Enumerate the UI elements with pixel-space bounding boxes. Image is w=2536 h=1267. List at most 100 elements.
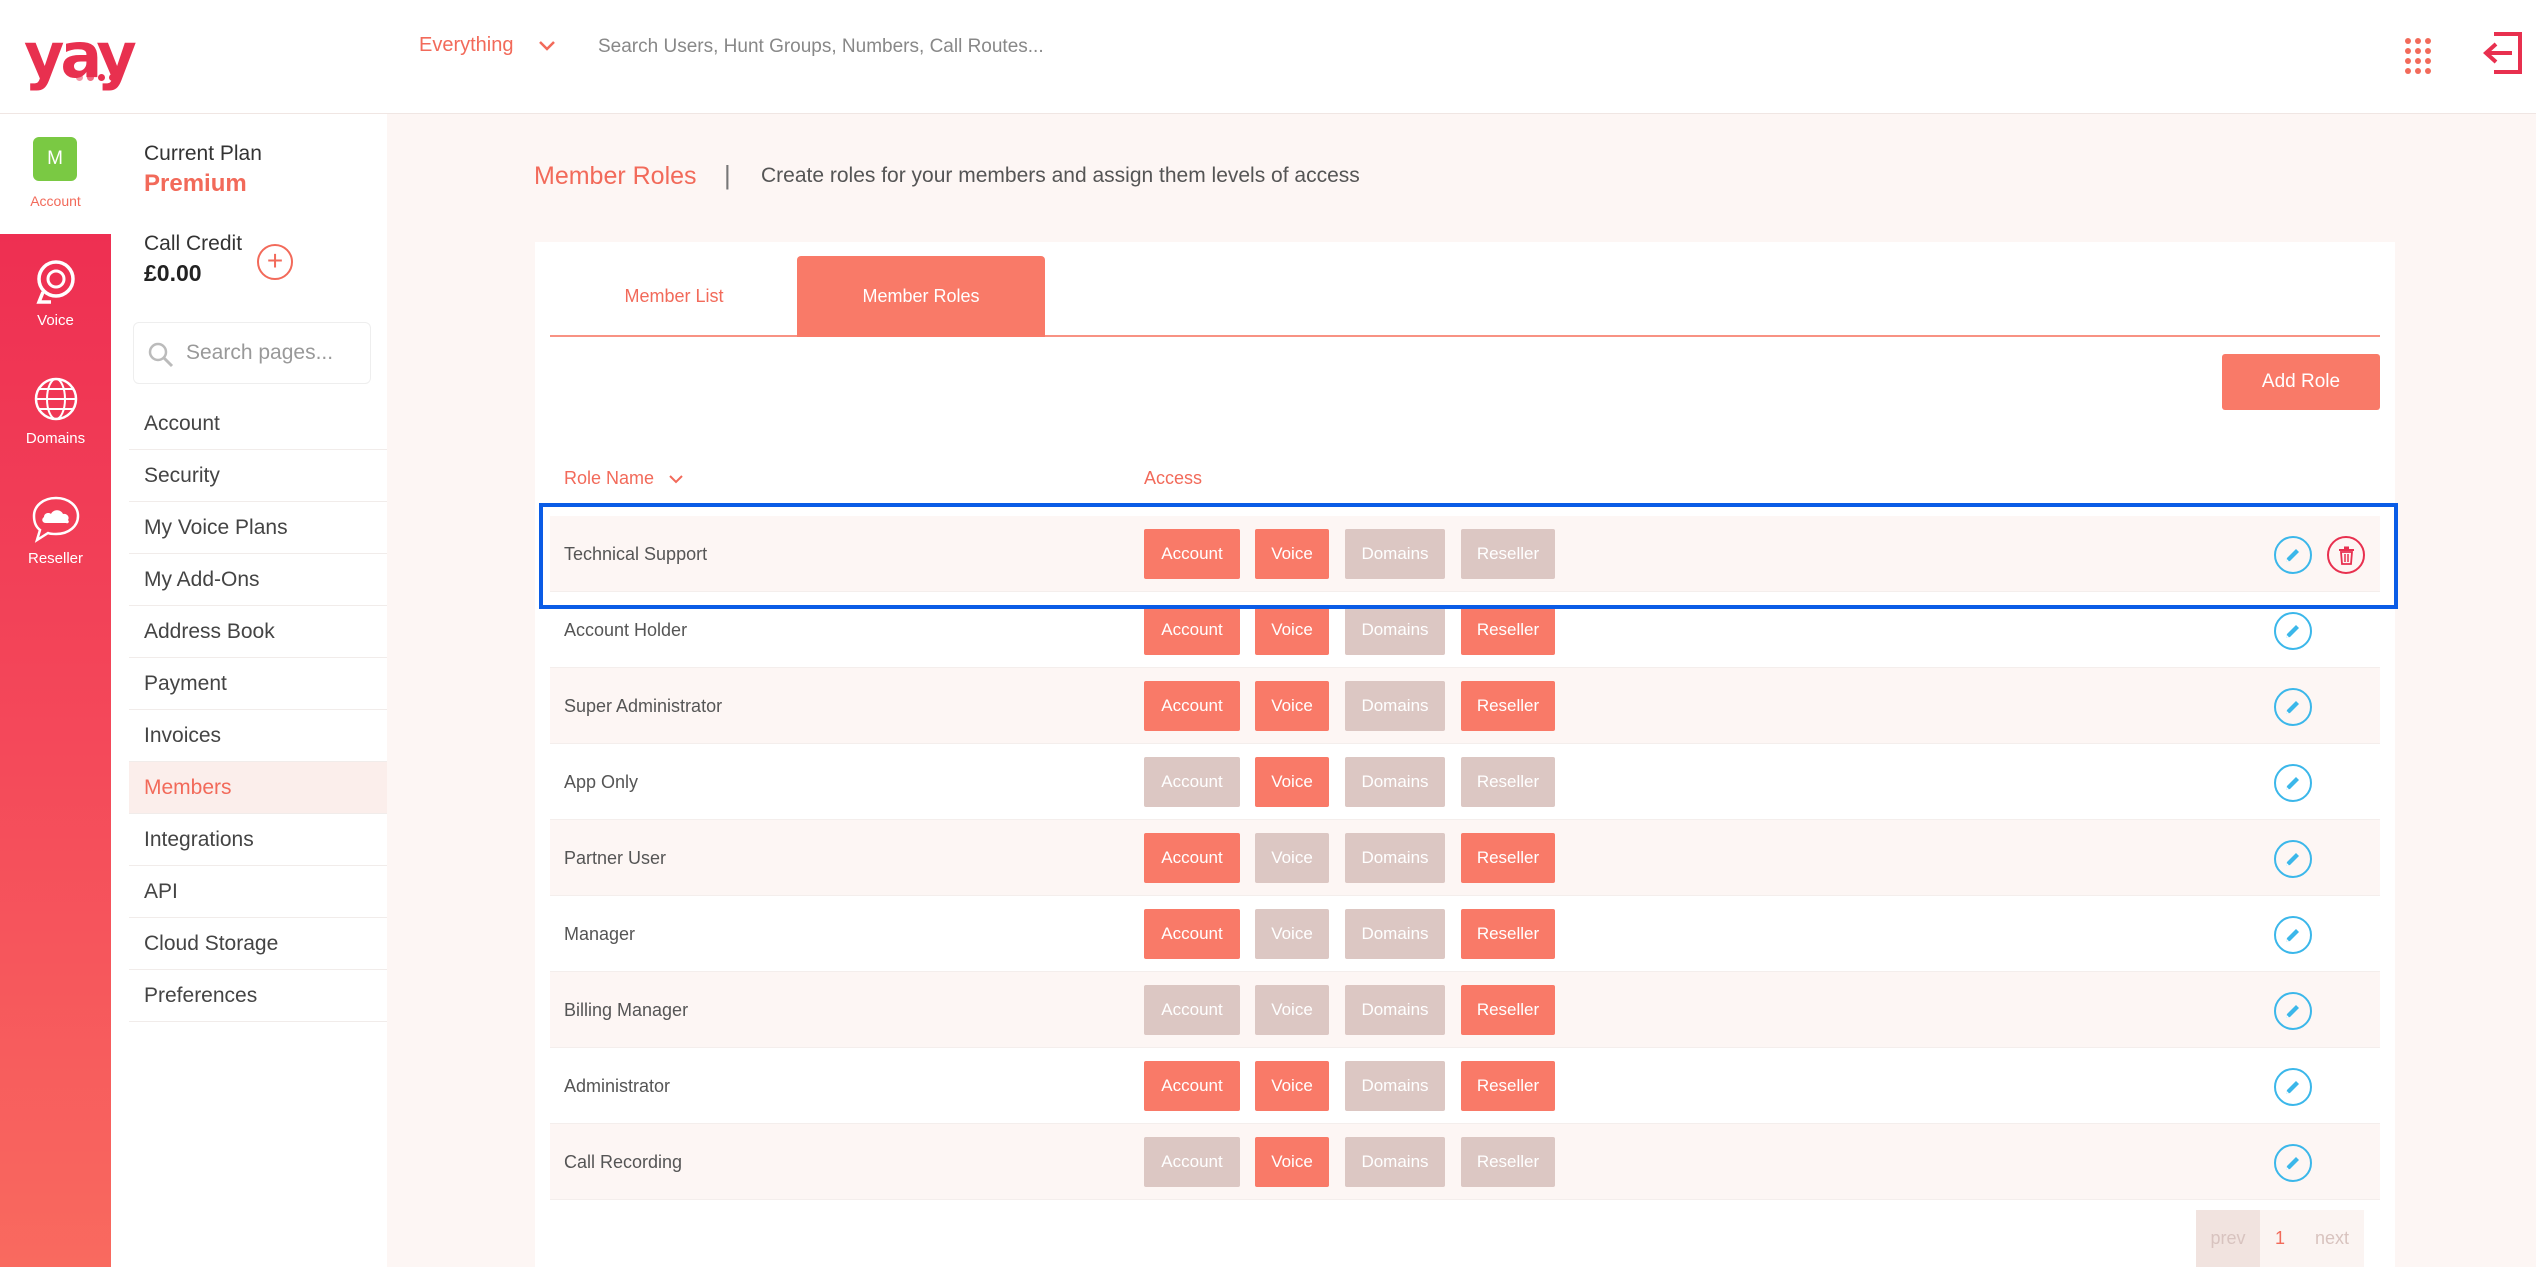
access-chip-account: Account xyxy=(1144,833,1240,883)
rail-nav: Voice Domains Reseller xyxy=(0,234,111,1267)
rail-item-domains[interactable]: Domains xyxy=(0,374,111,484)
tab-member-roles[interactable]: Member Roles xyxy=(797,256,1045,337)
pagination-prev[interactable]: prev xyxy=(2196,1210,2260,1267)
sidebar-nav: Account Security My Voice Plans My Add-O… xyxy=(129,398,387,1022)
pencil-icon xyxy=(2286,549,2299,562)
access-chip-domains: Domains xyxy=(1345,1137,1445,1187)
cloud-chat-icon xyxy=(32,496,79,543)
delete-role-button[interactable] xyxy=(2327,536,2365,574)
table-row: App Only Account Voice Domains Reseller xyxy=(550,744,2380,820)
access-chip-reseller: Reseller xyxy=(1461,909,1555,959)
chevron-down-icon xyxy=(538,40,555,51)
page-search-input[interactable] xyxy=(186,337,361,369)
edit-role-button[interactable] xyxy=(2274,536,2312,574)
sidebar-item-cloud-storage[interactable]: Cloud Storage xyxy=(129,918,387,970)
edit-role-button[interactable] xyxy=(2274,764,2312,802)
logout-icon[interactable] xyxy=(2480,30,2524,76)
access-chip-voice: Voice xyxy=(1255,1137,1329,1187)
role-name: Call Recording xyxy=(564,1152,683,1172)
sidebar-item-invoices[interactable]: Invoices xyxy=(129,710,387,762)
access-chip-voice: Voice xyxy=(1255,909,1329,959)
pencil-icon xyxy=(2286,1157,2299,1170)
access-chip-account: Account xyxy=(1144,1061,1240,1111)
search-scope-label: Everything xyxy=(419,34,514,56)
sidebar-item-account[interactable]: Account xyxy=(129,398,387,450)
sidebar-item-preferences[interactable]: Preferences xyxy=(129,970,387,1022)
edit-role-button[interactable] xyxy=(2274,612,2312,650)
access-chip-account: Account xyxy=(1144,909,1240,959)
access-chip-account: Account xyxy=(1144,1137,1240,1187)
yay-logo[interactable]: yay xyxy=(24,25,144,87)
sidebar-item-integrations[interactable]: Integrations xyxy=(129,814,387,866)
add-credit-button[interactable]: + xyxy=(257,244,293,280)
search-scope-dropdown[interactable]: Everything xyxy=(419,34,556,57)
access-chip-voice: Voice xyxy=(1255,681,1329,731)
table-row: Super Administrator Account Voice Domains Re… xyxy=(550,668,2380,744)
page-search xyxy=(133,322,371,384)
sidebar-item-api[interactable]: API xyxy=(129,866,387,918)
credit-label: Call Credit xyxy=(144,232,243,255)
sidebar-item-my-add-ons[interactable]: My Add-Ons xyxy=(129,554,387,606)
access-chip-reseller: Reseller xyxy=(1461,1137,1555,1187)
rail-account[interactable]: M Account xyxy=(0,114,111,234)
column-header-access: Access xyxy=(1144,468,1203,488)
access-chip-reseller: Reseller xyxy=(1461,1061,1555,1111)
sidebar-item-my-voice-plans[interactable]: My Voice Plans xyxy=(129,502,387,554)
sidebar: Current Plan Premium Call Credit £0.00 +… xyxy=(111,114,387,1267)
access-chip-domains: Domains xyxy=(1345,1061,1445,1111)
table-row: Technical Support Account Voice Domains Rese… xyxy=(550,516,2380,592)
grid-dots-icon[interactable] xyxy=(2405,38,2435,74)
access-chip-reseller: Reseller xyxy=(1461,985,1555,1035)
credit-value: £0.00 xyxy=(144,260,202,286)
edit-role-button[interactable] xyxy=(2274,840,2312,878)
sidebar-item-security[interactable]: Security xyxy=(129,450,387,502)
title-separator: | xyxy=(724,160,731,190)
pagination-next[interactable]: next xyxy=(2300,1210,2364,1267)
rail-item-label: Domains xyxy=(25,430,86,447)
access-chip-reseller: Reseller xyxy=(1461,833,1555,883)
sidebar-item-payment[interactable]: Payment xyxy=(129,658,387,710)
table-row: Call Recording Account Voice Domains Reselle… xyxy=(550,1124,2380,1200)
roles-panel: Member List Member Roles Add Role Role N… xyxy=(535,242,2395,1267)
table-row: Account Holder Account Voice Domains Reselle… xyxy=(550,592,2380,668)
access-chip-reseller: Reseller xyxy=(1461,605,1555,655)
access-chip-voice: Voice xyxy=(1255,985,1329,1035)
pencil-icon xyxy=(2286,853,2299,866)
edit-role-button[interactable] xyxy=(2274,688,2312,726)
pagination-page[interactable]: 1 xyxy=(2260,1210,2300,1267)
role-name: Partner User xyxy=(564,848,667,868)
rail-item-label: Reseller xyxy=(27,550,84,567)
access-chip-account: Account xyxy=(1144,985,1240,1035)
tab-bar: Member List Member Roles xyxy=(550,256,2380,337)
table-row: Manager Account Voice Domains Reseller xyxy=(550,896,2380,972)
rail-item-reseller[interactable]: Reseller xyxy=(0,494,111,604)
rail-item-voice[interactable]: Voice xyxy=(0,256,111,366)
role-name: App Only xyxy=(564,772,639,792)
page-title: Member Roles xyxy=(534,162,697,190)
global-search-input[interactable] xyxy=(598,30,1298,64)
logo-dots xyxy=(76,74,116,81)
access-chip-account: Account xyxy=(1144,757,1240,807)
column-header-role-name[interactable]: Role Name xyxy=(564,468,684,489)
access-chip-domains: Domains xyxy=(1345,605,1445,655)
table-row: Administrator Account Voice Domains Reseller xyxy=(550,1048,2380,1124)
avatar: M xyxy=(33,137,77,181)
plan-value[interactable]: Premium xyxy=(144,170,247,198)
edit-role-button[interactable] xyxy=(2274,916,2312,954)
edit-role-button[interactable] xyxy=(2274,1144,2312,1182)
access-chip-domains: Domains xyxy=(1345,529,1445,579)
access-chip-voice: Voice xyxy=(1255,757,1329,807)
rail-item-label: Voice xyxy=(37,312,74,329)
pencil-icon xyxy=(2286,701,2299,714)
sidebar-item-members[interactable]: Members xyxy=(129,762,387,814)
access-chip-voice: Voice xyxy=(1255,529,1329,579)
edit-role-button[interactable] xyxy=(2274,992,2312,1030)
sidebar-item-address-book[interactable]: Address Book xyxy=(129,606,387,658)
edit-role-button[interactable] xyxy=(2274,1068,2312,1106)
add-role-button[interactable]: Add Role xyxy=(2222,354,2380,410)
role-name: Manager xyxy=(564,924,636,944)
column-header-label: Role Name xyxy=(564,468,655,488)
role-name: Super Administrator xyxy=(564,696,723,716)
tab-member-list[interactable]: Member List xyxy=(550,256,798,337)
pencil-icon xyxy=(2286,1005,2299,1018)
